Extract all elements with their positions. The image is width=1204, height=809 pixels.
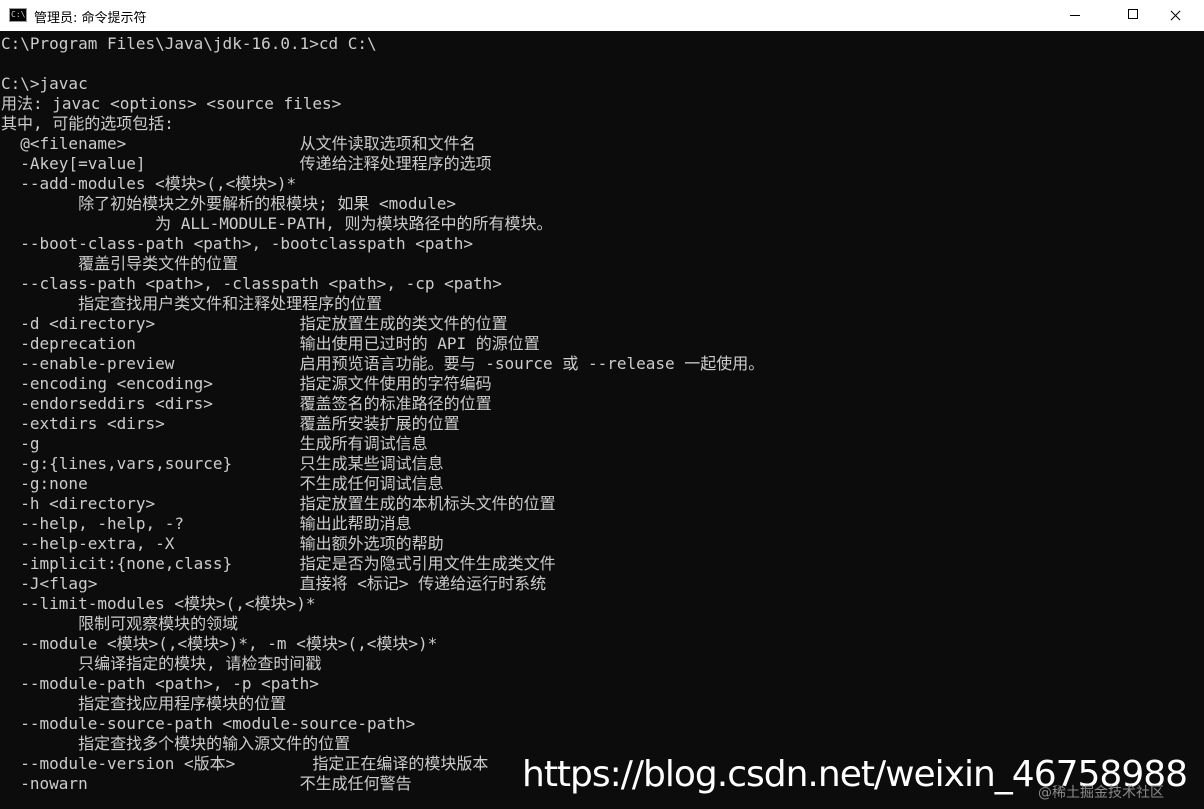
console-line: C:\Program Files\Java\jdk-16.0.1>cd C:\ — [1, 34, 377, 53]
minimize-button[interactable] — [1046, 0, 1104, 31]
console-line: 限制可观察模块的领域 — [1, 614, 239, 633]
console-line: -implicit:{none,class} 指定是否为隐式引用文件生成类文件 — [1, 554, 556, 573]
console-line: 用法: javac <options> <source files> — [1, 94, 342, 113]
console-line: --class-path <path>, -classpath <path>, … — [1, 274, 502, 293]
console-line: -h <directory> 指定放置生成的本机标头文件的位置 — [1, 494, 556, 513]
console-line: --module-path <path>, -p <path> — [1, 674, 319, 693]
console-line: --help, -help, -? 输出此帮助消息 — [1, 514, 412, 533]
close-button[interactable] — [1146, 0, 1204, 31]
console-line: --add-modules <模块>(,<模块>)* — [1, 174, 297, 193]
console-line: 其中, 可能的选项包括: — [1, 114, 174, 133]
console-line: -g:{lines,vars,source} 只生成某些调试信息 — [1, 454, 444, 473]
console-line: C:\>javac — [1, 74, 88, 93]
console-line: --enable-preview 启用预览语言功能。要与 -source 或 -… — [1, 354, 765, 373]
console-line: -nowarn 不生成任何警告 — [1, 774, 412, 793]
console-line: --help-extra, -X 输出额外选项的帮助 — [1, 534, 444, 553]
command-prompt-window: C:\. 管理员: 命令提示符 C:\Program Files\Java\jd… — [0, 0, 1204, 809]
console-line: 为 ALL-MODULE-PATH, 则为模块路径中的所有模块。 — [1, 214, 553, 233]
console-line: 指定查找用户类文件和注释处理程序的位置 — [1, 294, 383, 313]
watermark-small: @稀土掘金技术社区 — [1038, 785, 1164, 801]
console-line: 只编译指定的模块, 请检查时间戳 — [1, 654, 322, 673]
console-line: 指定查找多个模块的输入源文件的位置 — [1, 734, 351, 753]
console-line: --limit-modules <模块>(,<模块>)* — [1, 594, 316, 613]
console-line: -encoding <encoding> 指定源文件使用的字符编码 — [1, 374, 492, 393]
console-line: -d <directory> 指定放置生成的类文件的位置 — [1, 314, 508, 333]
console-line: -J<flag> 直接将 <标记> 传递给运行时系统 — [1, 574, 547, 593]
console-line: -g:none 不生成任何调试信息 — [1, 474, 444, 493]
console-line: 覆盖引导类文件的位置 — [1, 254, 239, 273]
cmd-console-icon[interactable]: C:\. — [9, 8, 27, 22]
console-line: -g 生成所有调试信息 — [1, 434, 428, 453]
console-line: -deprecation 输出使用已过时的 API 的源位置 — [1, 334, 540, 353]
console-line: --module <模块>(,<模块>)*, -m <模块>(,<模块>)* — [1, 634, 438, 653]
console-line: 除了初始模块之外要解析的根模块; 如果 <module> — [1, 194, 457, 213]
title-bar[interactable]: C:\. 管理员: 命令提示符 — [0, 0, 1204, 31]
console-line: @<filename> 从文件读取选项和文件名 — [1, 134, 476, 153]
console-output[interactable]: C:\Program Files\Java\jdk-16.0.1>cd C:\ … — [0, 34, 1204, 809]
console-line: --module-version <版本> 指定正在编译的模块版本 — [1, 754, 489, 773]
console-line: -Akey[=value] 传递给注释处理程序的选项 — [1, 154, 492, 173]
window-title: 管理员: 命令提示符 — [34, 11, 147, 26]
console-line: -endorseddirs <dirs> 覆盖签名的标准路径的位置 — [1, 394, 492, 413]
console-line: --module-source-path <module-source-path… — [1, 714, 416, 733]
console-line: -extdirs <dirs> 覆盖所安装扩展的位置 — [1, 414, 460, 433]
console-line: 指定查找应用程序模块的位置 — [1, 694, 287, 713]
console-line: --boot-class-path <path>, -bootclasspath… — [1, 234, 474, 253]
